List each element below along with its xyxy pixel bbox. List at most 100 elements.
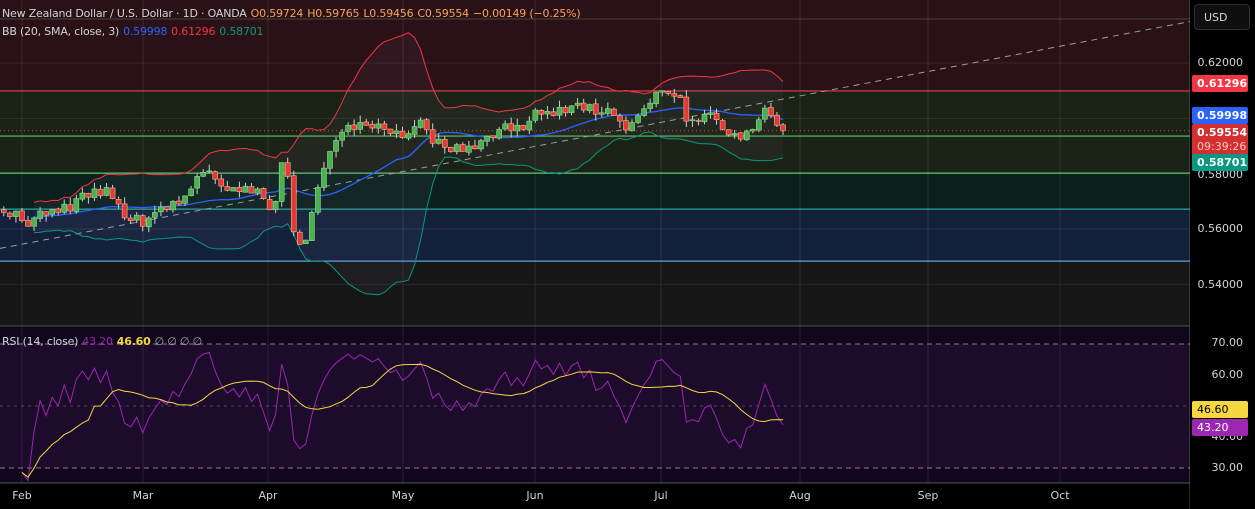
candle-down: [399, 131, 406, 139]
candle-down: [97, 189, 104, 197]
rsi-extra-values: ∅ ∅ ∅ ∅: [154, 335, 203, 348]
ohlc-open: 0.59724: [259, 7, 304, 20]
candle-down: [369, 124, 376, 129]
candle-down: [671, 93, 678, 97]
candle-up: [653, 91, 659, 105]
candle-down: [423, 119, 430, 130]
candle-up: [647, 102, 653, 109]
candle-down: [611, 108, 617, 116]
candle-down: [1, 209, 7, 213]
time-tick: Mar: [132, 489, 154, 502]
candle-up: [152, 212, 158, 218]
candle-up: [133, 214, 140, 221]
candle-up: [321, 167, 327, 188]
candle-down: [472, 145, 478, 150]
candle-down: [296, 231, 303, 245]
price-tick: 0.54000: [1197, 278, 1244, 291]
candle-down: [677, 95, 684, 98]
rsi-label: RSI (14, close): [2, 335, 79, 348]
candle-up: [79, 192, 86, 200]
candle-down: [164, 206, 170, 210]
candle-up: [454, 144, 460, 152]
time-tick: Sep: [917, 489, 939, 502]
rsi-tick: 30.00: [1211, 461, 1244, 474]
candle-down: [176, 200, 182, 205]
candle-down: [683, 96, 690, 122]
candle-up: [598, 112, 605, 115]
candle-down: [284, 162, 291, 177]
candle-down: [236, 187, 243, 192]
candle-down: [441, 139, 448, 148]
candle-up: [478, 140, 484, 150]
candle-down: [266, 199, 273, 210]
candle-down: [212, 171, 219, 180]
candle-up: [707, 112, 714, 115]
candle-down: [737, 132, 744, 140]
symbol-legend: New Zealand Dollar / U.S. Dollar · 1D · …: [2, 7, 585, 20]
candle-up: [417, 119, 424, 128]
bb-upper-value: 0.61296: [171, 25, 216, 38]
ohlc-c-label: C: [417, 7, 425, 20]
candle-up: [405, 133, 412, 139]
candle-down: [665, 91, 672, 94]
ohlc-high: 0.59765: [315, 7, 360, 20]
bb-basis-badge: 0.59998: [1192, 107, 1248, 124]
candle-up: [194, 176, 200, 189]
candle-down: [43, 211, 49, 216]
ohlc-close: 0.59554: [424, 7, 469, 20]
price-chart[interactable]: [0, 0, 1190, 509]
candle-down: [447, 146, 454, 152]
candle-up: [435, 138, 442, 144]
time-tick: May: [391, 489, 415, 502]
candle-down: [580, 102, 587, 111]
candle-up: [327, 151, 333, 169]
candle-down: [260, 188, 267, 199]
candle-down: [7, 212, 13, 217]
bb-legend[interactable]: BB (20, SMA, close, 3) 0.59998 0.61296 0.58…: [2, 25, 267, 38]
rsi-badge: 43.20: [1192, 419, 1248, 436]
candle-down: [248, 186, 255, 194]
candle-up: [502, 123, 508, 130]
candle-up: [532, 109, 539, 121]
candle-down: [363, 121, 370, 126]
candle-down: [67, 204, 74, 212]
rsi-tick: 60.00: [1211, 368, 1244, 381]
candle-down: [774, 114, 780, 126]
bb-label: BB (20, SMA, close, 3): [2, 25, 120, 38]
candle-up: [303, 239, 309, 244]
candle-up: [339, 131, 345, 141]
candle-up: [641, 108, 647, 116]
candle-up: [375, 123, 382, 129]
candle-up: [170, 201, 176, 211]
rsi-legend[interactable]: RSI (14, close) 43.20 46.60 ∅ ∅ ∅ ∅: [2, 335, 206, 348]
candle-up: [309, 212, 315, 241]
currency-button[interactable]: USD: [1194, 4, 1250, 30]
time-tick: Jun: [526, 489, 544, 502]
time-tick: Feb: [12, 489, 32, 502]
candle-up: [73, 198, 80, 212]
time-tick: Apr: [258, 489, 278, 502]
candle-down: [780, 124, 786, 132]
symbol-title: New Zealand Dollar / U.S. Dollar · 1D · …: [2, 7, 247, 20]
time-tick: Oct: [1050, 489, 1070, 502]
candle-down: [218, 178, 225, 187]
candle-up: [49, 209, 55, 215]
candle-down: [695, 120, 702, 122]
candle-up: [37, 210, 43, 219]
rsi-ma-badge: 46.60: [1192, 401, 1248, 418]
candle-up: [13, 210, 19, 217]
candle-up: [466, 145, 472, 153]
candle-up: [242, 185, 249, 193]
candle-down: [490, 135, 496, 139]
last-price-badge: 0.59554 09:39:26: [1192, 124, 1248, 156]
candle-up: [158, 206, 164, 213]
candle-up: [182, 195, 188, 204]
price-zone: [0, 261, 1190, 326]
bb-lower-value: 0.58701: [219, 25, 264, 38]
price-tick: 0.56000: [1197, 222, 1244, 235]
candle-down: [538, 110, 545, 115]
candle-down: [460, 144, 466, 152]
candle-up: [272, 201, 279, 211]
candle-up: [762, 107, 768, 120]
candle-up: [701, 113, 708, 123]
